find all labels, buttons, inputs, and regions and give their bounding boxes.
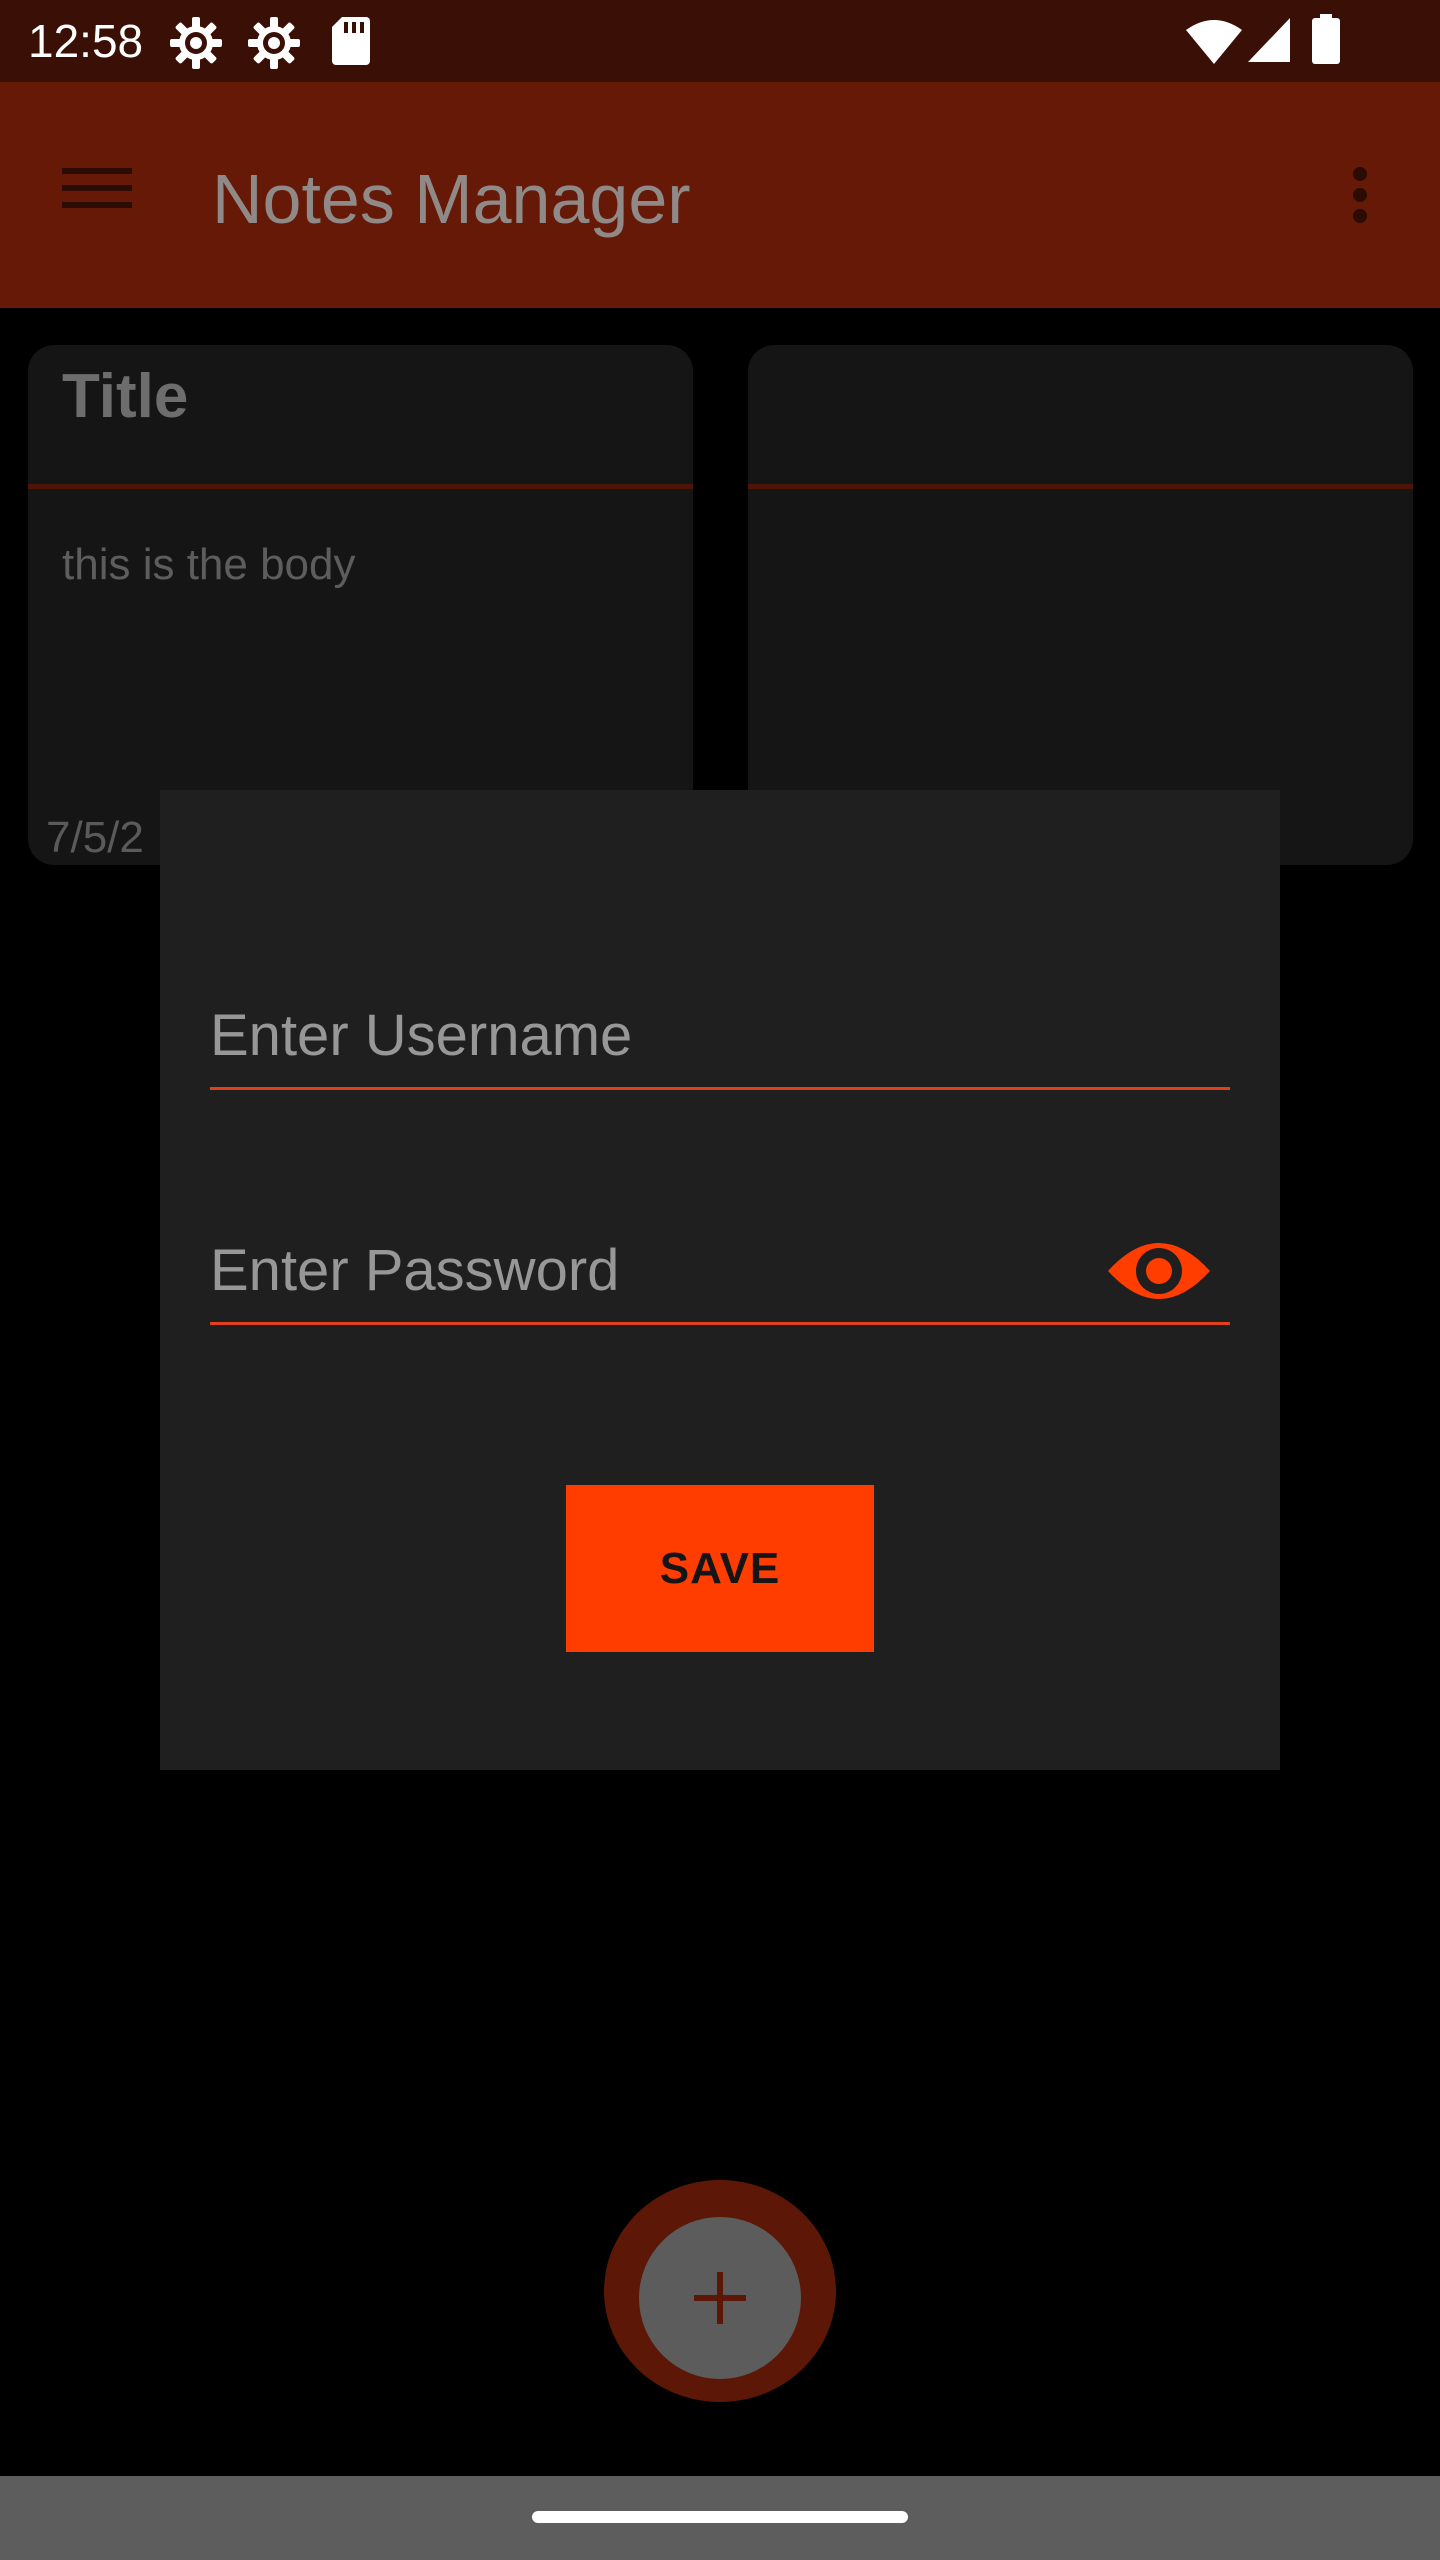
note-card[interactable] [748, 345, 1413, 865]
wifi-icon [1186, 20, 1242, 69]
overflow-menu-icon[interactable] [1352, 166, 1368, 229]
password-placeholder: Enter Password [210, 1238, 620, 1303]
menu-icon[interactable] [62, 168, 132, 213]
login-dialog: Enter Username Enter Password SAVE [160, 790, 1280, 1770]
add-note-button[interactable] [639, 2217, 801, 2379]
navigation-bar [0, 2476, 1440, 2560]
note-divider [748, 484, 1413, 489]
home-gesture-handle[interactable] [532, 2511, 908, 2523]
note-card[interactable]: Title this is the body 7/5/2 [28, 345, 693, 865]
battery-icon [1312, 14, 1340, 69]
sd-card-icon [332, 17, 370, 70]
eye-icon[interactable] [1106, 1233, 1212, 1314]
status-bar: 12:58 [0, 0, 1440, 82]
settings-gear-icon [170, 17, 222, 74]
note-divider [28, 484, 693, 489]
save-button[interactable]: SAVE [566, 1485, 874, 1652]
app-bar: Notes Manager [0, 82, 1440, 308]
username-placeholder: Enter Username [210, 1003, 633, 1068]
settings-gear-icon [248, 17, 300, 74]
note-title: Title [62, 362, 189, 431]
password-field[interactable]: Enter Password [210, 1215, 1230, 1325]
note-date: 7/5/2 [46, 813, 144, 862]
app-title: Notes Manager [212, 160, 691, 238]
status-time: 12:58 [28, 15, 144, 67]
note-body: this is the body [62, 540, 356, 589]
cell-signal-icon [1248, 18, 1290, 67]
username-field[interactable]: Enter Username [210, 980, 1230, 1090]
